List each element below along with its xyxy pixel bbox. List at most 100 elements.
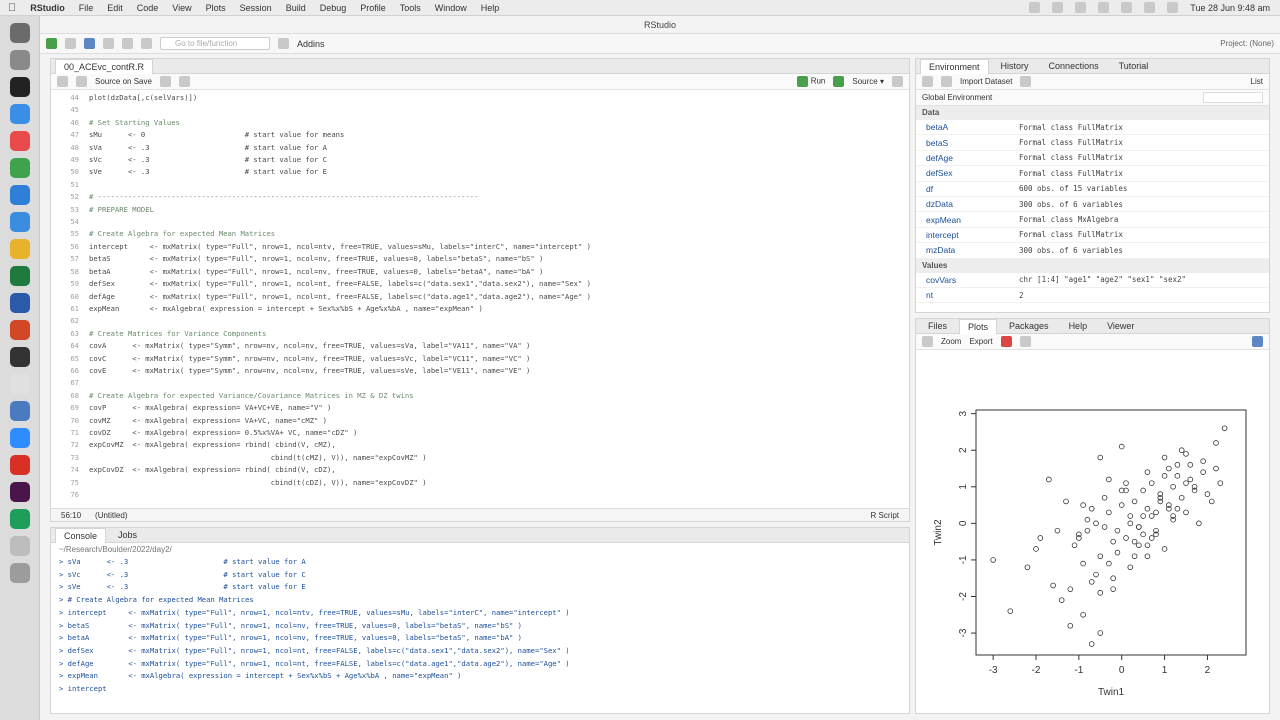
code-line[interactable]: 68 # Create Algebra for expected Variance… <box>51 390 909 402</box>
import-dataset-button[interactable]: Import Dataset <box>960 77 1012 86</box>
workspace-panes-icon[interactable] <box>278 38 289 49</box>
code-line[interactable]: 70 covMZ <- mxAlgebra( expression= VA+VC,… <box>51 415 909 427</box>
code-line[interactable]: 72 expCovMZ <- mxAlgebra( expression= rbi… <box>51 439 909 451</box>
save-all-icon[interactable] <box>122 38 133 49</box>
code-editor[interactable]: 44 plot(dzData[,c(selVars)]) 45 46 # Set Sta… <box>51 90 909 508</box>
code-line[interactable]: 66 covE <- mxMatrix( type="Symm", nrow=nv… <box>51 365 909 377</box>
list-view-select[interactable]: List <box>1251 77 1263 86</box>
code-line[interactable]: 75 cbind(t(cDZ), V)), name="expCovDZ" ) <box>51 477 909 489</box>
volume-icon[interactable] <box>1075 2 1087 13</box>
variable-name[interactable]: betaA <box>916 122 1019 132</box>
addins-menu[interactable]: Addins <box>297 39 325 49</box>
variable-name[interactable]: betaS <box>916 138 1019 148</box>
tab-connections[interactable]: Connections <box>1041 59 1107 74</box>
tab-viewer[interactable]: Viewer <box>1099 319 1142 334</box>
code-line[interactable]: 63 # Create Matrices for Variance Compone… <box>51 328 909 340</box>
code-line[interactable]: 49 sVc <- .3 # start value for C <box>51 154 909 166</box>
refresh-icon[interactable] <box>1252 336 1263 347</box>
shield-icon[interactable] <box>1052 2 1064 13</box>
wifi-icon[interactable] <box>1121 2 1133 13</box>
export-button[interactable]: Export <box>969 337 992 346</box>
tab-history[interactable]: History <box>993 59 1037 74</box>
code-line[interactable]: 57 betaS <- mxMatrix( type="Full", nrow=1… <box>51 253 909 265</box>
code-line[interactable]: 64 covA <- mxMatrix( type="Symm", nrow=nv… <box>51 340 909 352</box>
apple-icon[interactable]:  <box>8 2 16 14</box>
environment-row[interactable]: defAge Formal class FullMatrix <box>916 151 1269 167</box>
global-environment-select[interactable]: Global Environment <box>922 93 992 102</box>
search-icon[interactable] <box>1144 2 1156 13</box>
maps-icon[interactable] <box>9 158 30 178</box>
code-tools-icon[interactable] <box>178 76 190 87</box>
chrome-icon[interactable] <box>9 239 30 259</box>
app-store-icon[interactable] <box>9 104 30 124</box>
menu-help[interactable]: Help <box>481 3 500 13</box>
menu-tools[interactable]: Tools <box>400 3 421 13</box>
rstudio-terminal-icon[interactable] <box>9 347 30 367</box>
variable-name[interactable]: nt <box>916 290 1019 300</box>
menu-view[interactable]: View <box>172 3 191 13</box>
code-line[interactable]: 67 <box>51 377 909 389</box>
code-line[interactable]: 71 covDZ <- mxAlgebra( expression= 0.5%x%… <box>51 427 909 439</box>
code-line[interactable]: 74 expCovDZ <- mxAlgebra( expression= rbi… <box>51 464 909 476</box>
outline-icon[interactable] <box>892 76 903 87</box>
code-line[interactable]: 54 <box>51 216 909 228</box>
load-workspace-icon[interactable] <box>922 76 933 87</box>
acrobat-icon[interactable] <box>9 455 30 475</box>
environment-row[interactable]: defSex Formal class FullMatrix <box>916 166 1269 182</box>
music-icon[interactable] <box>9 131 30 151</box>
menu-profile[interactable]: Profile <box>360 3 386 13</box>
menubar-clock[interactable]: Tue 28 Jun 9:48 am <box>1190 3 1270 13</box>
code-line[interactable]: 45 <box>51 104 909 116</box>
environment-row[interactable]: nt 2 <box>916 288 1269 304</box>
environment-row[interactable]: mzData 300 obs. of 6 variables <box>916 243 1269 259</box>
code-line[interactable]: 55 # Create Algebra for expected Mean Mat… <box>51 228 909 240</box>
code-line[interactable]: 44 plot(dzData[,c(selVars)]) <box>51 92 909 104</box>
code-line[interactable]: 76 <box>51 489 909 501</box>
safari-icon[interactable] <box>9 212 30 232</box>
code-line[interactable]: 47 sMu <- 0 # start value for means <box>51 129 909 141</box>
status-icon[interactable] <box>1029 2 1041 13</box>
control-center-icon[interactable] <box>1167 2 1179 13</box>
environment-row[interactable]: betaS Formal class FullMatrix <box>916 135 1269 151</box>
remove-plot-icon[interactable] <box>1000 336 1012 347</box>
open-project-icon[interactable] <box>65 38 76 49</box>
tab-tutorial[interactable]: Tutorial <box>1111 59 1157 74</box>
menu-debug[interactable]: Debug <box>320 3 347 13</box>
environment-row[interactable]: expMean Formal class MxAlgebra <box>916 212 1269 228</box>
back-icon[interactable] <box>57 76 68 87</box>
menu-file[interactable]: File <box>79 3 94 13</box>
environment-row[interactable]: covVars chr [1:4] "age1" "age2" "sex1" "s… <box>916 273 1269 288</box>
rerun-icon[interactable] <box>833 76 845 87</box>
tab-help[interactable]: Help <box>1061 319 1096 334</box>
code-line[interactable]: 56 intercept <- mxMatrix( type="Full", nr… <box>51 241 909 253</box>
zoom-button[interactable]: Zoom <box>941 337 961 346</box>
menu-build[interactable]: Build <box>286 3 306 13</box>
variable-name[interactable]: defSex <box>916 168 1019 178</box>
zoom-icon[interactable] <box>9 428 30 448</box>
code-line[interactable]: 61 expMean <- mxAlgebra( expression = int… <box>51 303 909 315</box>
code-line[interactable]: 62 <box>51 315 909 327</box>
project-menu[interactable]: Project: (None) <box>1220 39 1274 48</box>
tab-environment[interactable]: Environment <box>920 58 989 74</box>
variable-name[interactable]: expMean <box>916 215 1019 225</box>
code-line[interactable]: 60 defAge <- mxMatrix( type="Full", nrow=… <box>51 291 909 303</box>
tab-source-file[interactable]: 00_ACEvc_contR.R <box>55 58 154 74</box>
search-replace-icon[interactable] <box>159 76 171 87</box>
code-line[interactable]: 46 # Set Starting Values <box>51 117 909 129</box>
code-line[interactable]: 52 # ------------------------------------… <box>51 191 909 203</box>
menu-plots[interactable]: Plots <box>206 3 226 13</box>
code-line[interactable]: 65 covC <- mxMatrix( type="Symm", nrow=nv… <box>51 353 909 365</box>
variable-name[interactable]: mzData <box>916 245 1019 255</box>
environment-row[interactable]: betaA Formal class FullMatrix <box>916 120 1269 136</box>
code-line[interactable]: 59 defSex <- mxMatrix( type="Full", nrow=… <box>51 278 909 290</box>
variable-name[interactable]: dzData <box>916 199 1019 209</box>
code-line[interactable]: 51 <box>51 179 909 191</box>
code-line[interactable]: 53 # PREPARE MODEL <box>51 204 909 216</box>
tab-files[interactable]: Files <box>920 319 955 334</box>
variable-name[interactable]: defAge <box>916 153 1019 163</box>
source-on-save-checkbox[interactable]: Source on Save <box>95 77 152 86</box>
variable-name[interactable]: intercept <box>916 230 1019 240</box>
variable-name[interactable]: covVars <box>916 275 1019 285</box>
code-line[interactable]: 69 covP <- mxAlgebra( expression= VA+VC+V… <box>51 402 909 414</box>
tab-packages[interactable]: Packages <box>1001 319 1057 334</box>
